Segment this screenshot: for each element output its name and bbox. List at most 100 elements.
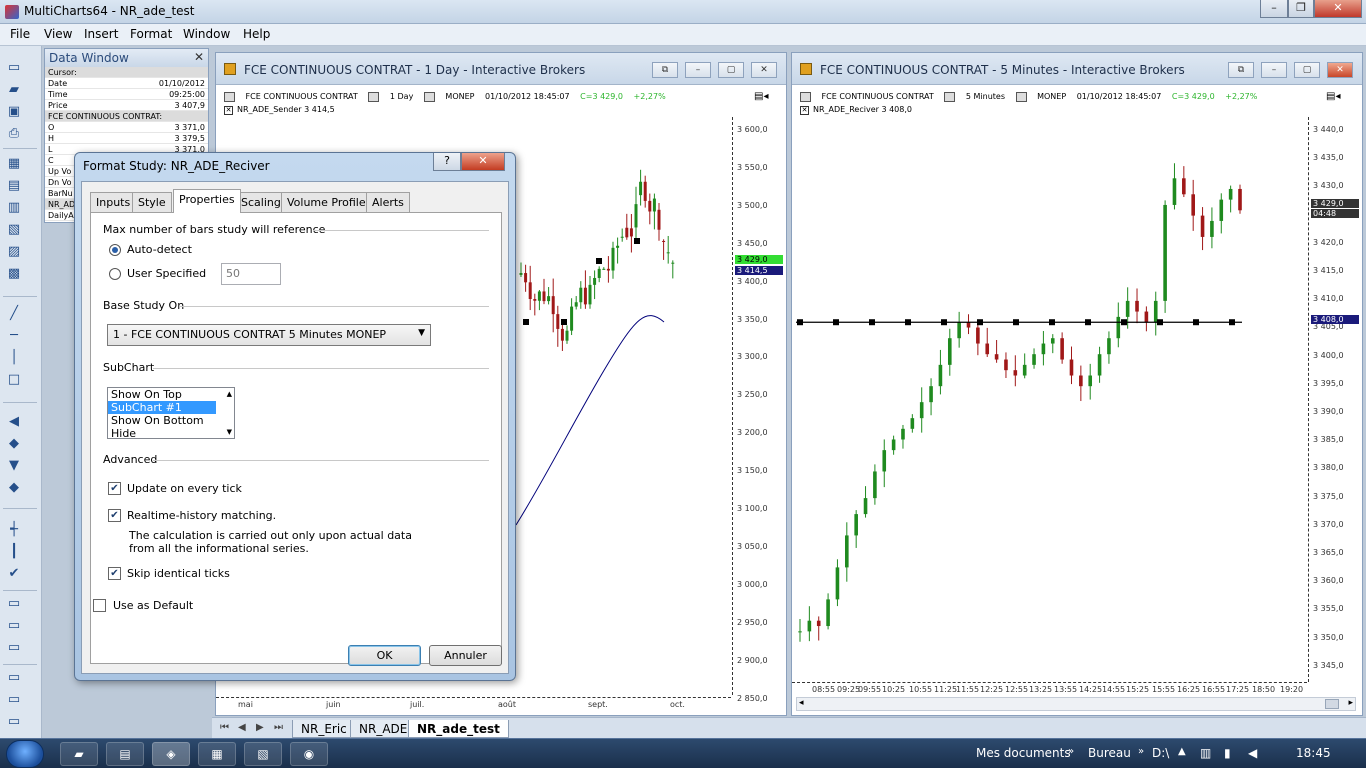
export-icon[interactable]: ▭ (6, 714, 22, 730)
open-folder-icon[interactable]: ▰ (6, 82, 22, 98)
study-remove-icon[interactable]: ✕ (224, 106, 233, 115)
chart-window-5min[interactable]: FCE CONTINUOUS CONTRAT - 5 Minutes - Int… (791, 52, 1363, 716)
window-menu-button[interactable]: ⧉ (1228, 62, 1254, 78)
subchart-option[interactable]: SubChart #1 (108, 401, 216, 414)
menu-view[interactable]: View (44, 27, 72, 41)
tray-bureau[interactable]: Bureau (1088, 746, 1131, 760)
zoom-horizontal-icon[interactable]: ◀ (6, 414, 22, 430)
explorer-taskbar-icon[interactable]: ▰ (60, 742, 98, 766)
intraday-price-chart[interactable] (792, 117, 1307, 682)
minimize-button[interactable]: – (1260, 0, 1288, 18)
symbol-menu-icon[interactable] (800, 91, 811, 102)
window-close-button[interactable]: ✕ (1327, 62, 1353, 78)
dialog-close-button[interactable]: ✕ (461, 153, 505, 171)
clock[interactable]: 18:45 (1296, 746, 1331, 760)
menu-insert[interactable]: Insert (84, 27, 118, 41)
subchart-list[interactable]: Show On Top SubChart #1 Show On Bottom Hide… (107, 387, 235, 439)
tab-scaling[interactable]: Scaling (235, 192, 287, 212)
ok-button[interactable]: OK (348, 645, 421, 666)
price-axis[interactable]: 3 600,0 3 550,0 3 500,0 3 450,0 3 400,0 3 350… (732, 117, 786, 703)
tab-alerts[interactable]: Alerts (366, 192, 410, 212)
chart-settings-icon[interactable]: ▤◂ (1326, 91, 1340, 102)
window-maximize-button[interactable]: ▢ (1294, 62, 1320, 78)
window-menu-button[interactable]: ⧉ (652, 62, 678, 78)
editor-taskbar-icon[interactable]: ▦ (198, 742, 236, 766)
base-study-select[interactable]: 1 - FCE CONTINUOUS CONTRAT 5 Minutes MON… (107, 324, 431, 346)
tab-properties[interactable]: Properties (173, 189, 241, 213)
check-icon[interactable]: ✔ (6, 566, 22, 582)
tab-nr-eric[interactable]: NR_Eric (292, 720, 356, 738)
tab-style[interactable]: Style (132, 192, 172, 212)
insert-dom-icon[interactable]: ▧ (6, 222, 22, 238)
max-bars-input[interactable]: 50 (221, 263, 281, 285)
scroll-horizontal-icon[interactable]: ◆ (6, 436, 22, 452)
insert-chart-icon[interactable]: ▦ (6, 156, 22, 172)
scroll-up-icon[interactable]: ▲ (227, 390, 232, 398)
chart-settings-icon[interactable]: ▤◂ (754, 91, 768, 102)
feed-menu-icon[interactable] (423, 91, 435, 102)
prev-tab-icon[interactable]: ◀ (238, 722, 246, 733)
horizontal-line-icon[interactable]: ─ (6, 328, 22, 344)
scroll-down-icon[interactable]: ▼ (227, 428, 232, 436)
order-entry-icon[interactable]: ┽ (6, 522, 22, 538)
insert-strategy-icon[interactable]: ▨ (6, 244, 22, 260)
subchart-option[interactable]: Show On Top (108, 388, 216, 401)
interval-menu-icon[interactable] (368, 91, 380, 102)
realtime-history-checkbox[interactable]: ✔ (108, 509, 121, 522)
alerts-icon[interactable]: ▭ (6, 670, 22, 686)
close-icon[interactable]: ✕ (194, 50, 204, 64)
scroll-right-icon[interactable]: ▸ (1348, 698, 1353, 708)
skip-identical-ticks-checkbox[interactable]: ✔ (108, 567, 121, 580)
properties-icon[interactable]: ▭ (6, 640, 22, 656)
study-remove-icon[interactable]: ✕ (800, 106, 809, 115)
tab-inputs[interactable]: Inputs (90, 192, 137, 212)
update-every-tick-checkbox[interactable]: ✔ (108, 482, 121, 495)
horizontal-scrollbar[interactable]: ◂ ▸ (796, 697, 1356, 711)
maximize-button[interactable]: ❐ (1288, 0, 1314, 18)
data-window-icon[interactable]: ▭ (6, 596, 22, 612)
network-icon[interactable]: ▥ (1200, 746, 1211, 760)
last-tab-icon[interactable]: ⏭ (274, 722, 283, 733)
price-axis[interactable]: 3 440,03 435,03 430,03 425,03 420,03 415… (1308, 117, 1362, 682)
vertical-line-icon[interactable]: │ (6, 350, 22, 366)
tab-nr-ade-test[interactable]: NR_ade_test (408, 720, 509, 738)
auto-detect-radio[interactable] (109, 244, 121, 256)
tab-volume-profile[interactable]: Volume Profile (281, 192, 372, 212)
insert-portfolio-icon[interactable]: ▩ (6, 266, 22, 282)
show-hidden-icons[interactable]: ▲ (1178, 746, 1186, 757)
status-line-icon[interactable]: ▭ (6, 618, 22, 634)
cancel-button[interactable]: Annuler (429, 645, 502, 666)
chrome-taskbar-icon[interactable]: ◉ (290, 742, 328, 766)
menu-help[interactable]: Help (243, 27, 270, 41)
rectangle-icon[interactable]: □ (6, 372, 22, 388)
volume-icon[interactable]: ◀ (1248, 746, 1257, 760)
image-icon[interactable]: ▭ (6, 692, 22, 708)
menu-format[interactable]: Format (130, 27, 172, 41)
trend-line-icon[interactable]: ╱ (6, 306, 22, 322)
first-tab-icon[interactable]: ⏮ (220, 722, 229, 733)
user-specified-radio[interactable] (109, 268, 121, 280)
window-maximize-button[interactable]: ▢ (718, 62, 744, 78)
use-as-default-checkbox[interactable] (93, 599, 106, 612)
menu-window[interactable]: Window (183, 27, 230, 41)
subchart-option[interactable]: Hide (108, 427, 216, 438)
window-close-button[interactable]: ✕ (751, 62, 777, 78)
save-icon[interactable]: ▣ (6, 104, 22, 120)
start-button[interactable] (6, 740, 44, 768)
subchart-option[interactable]: Show On Bottom (108, 414, 216, 427)
scroll-thumb[interactable] (1325, 699, 1339, 709)
chevron-icon[interactable]: » (1068, 746, 1074, 757)
window-minimize-button[interactable]: – (685, 62, 711, 78)
app-taskbar-icon[interactable]: ▤ (106, 742, 144, 766)
scroll-left-icon[interactable]: ◂ (799, 698, 804, 708)
tray-mes-documents[interactable]: Mes documents (976, 746, 1071, 760)
menu-file[interactable]: File (10, 27, 30, 41)
insert-scanner-icon[interactable]: ▥ (6, 200, 22, 216)
signal-icon[interactable]: ▮ (1224, 746, 1231, 760)
symbol-menu-icon[interactable] (224, 91, 235, 102)
multicharts-taskbar-icon[interactable]: ◈ (152, 742, 190, 766)
time-axis[interactable]: mai juin juil. août sept. oct. (216, 697, 731, 713)
bar-style-icon[interactable]: ┃ (6, 544, 22, 560)
print-icon[interactable]: ⎙ (6, 126, 22, 142)
next-tab-icon[interactable]: ▶ (256, 722, 264, 733)
